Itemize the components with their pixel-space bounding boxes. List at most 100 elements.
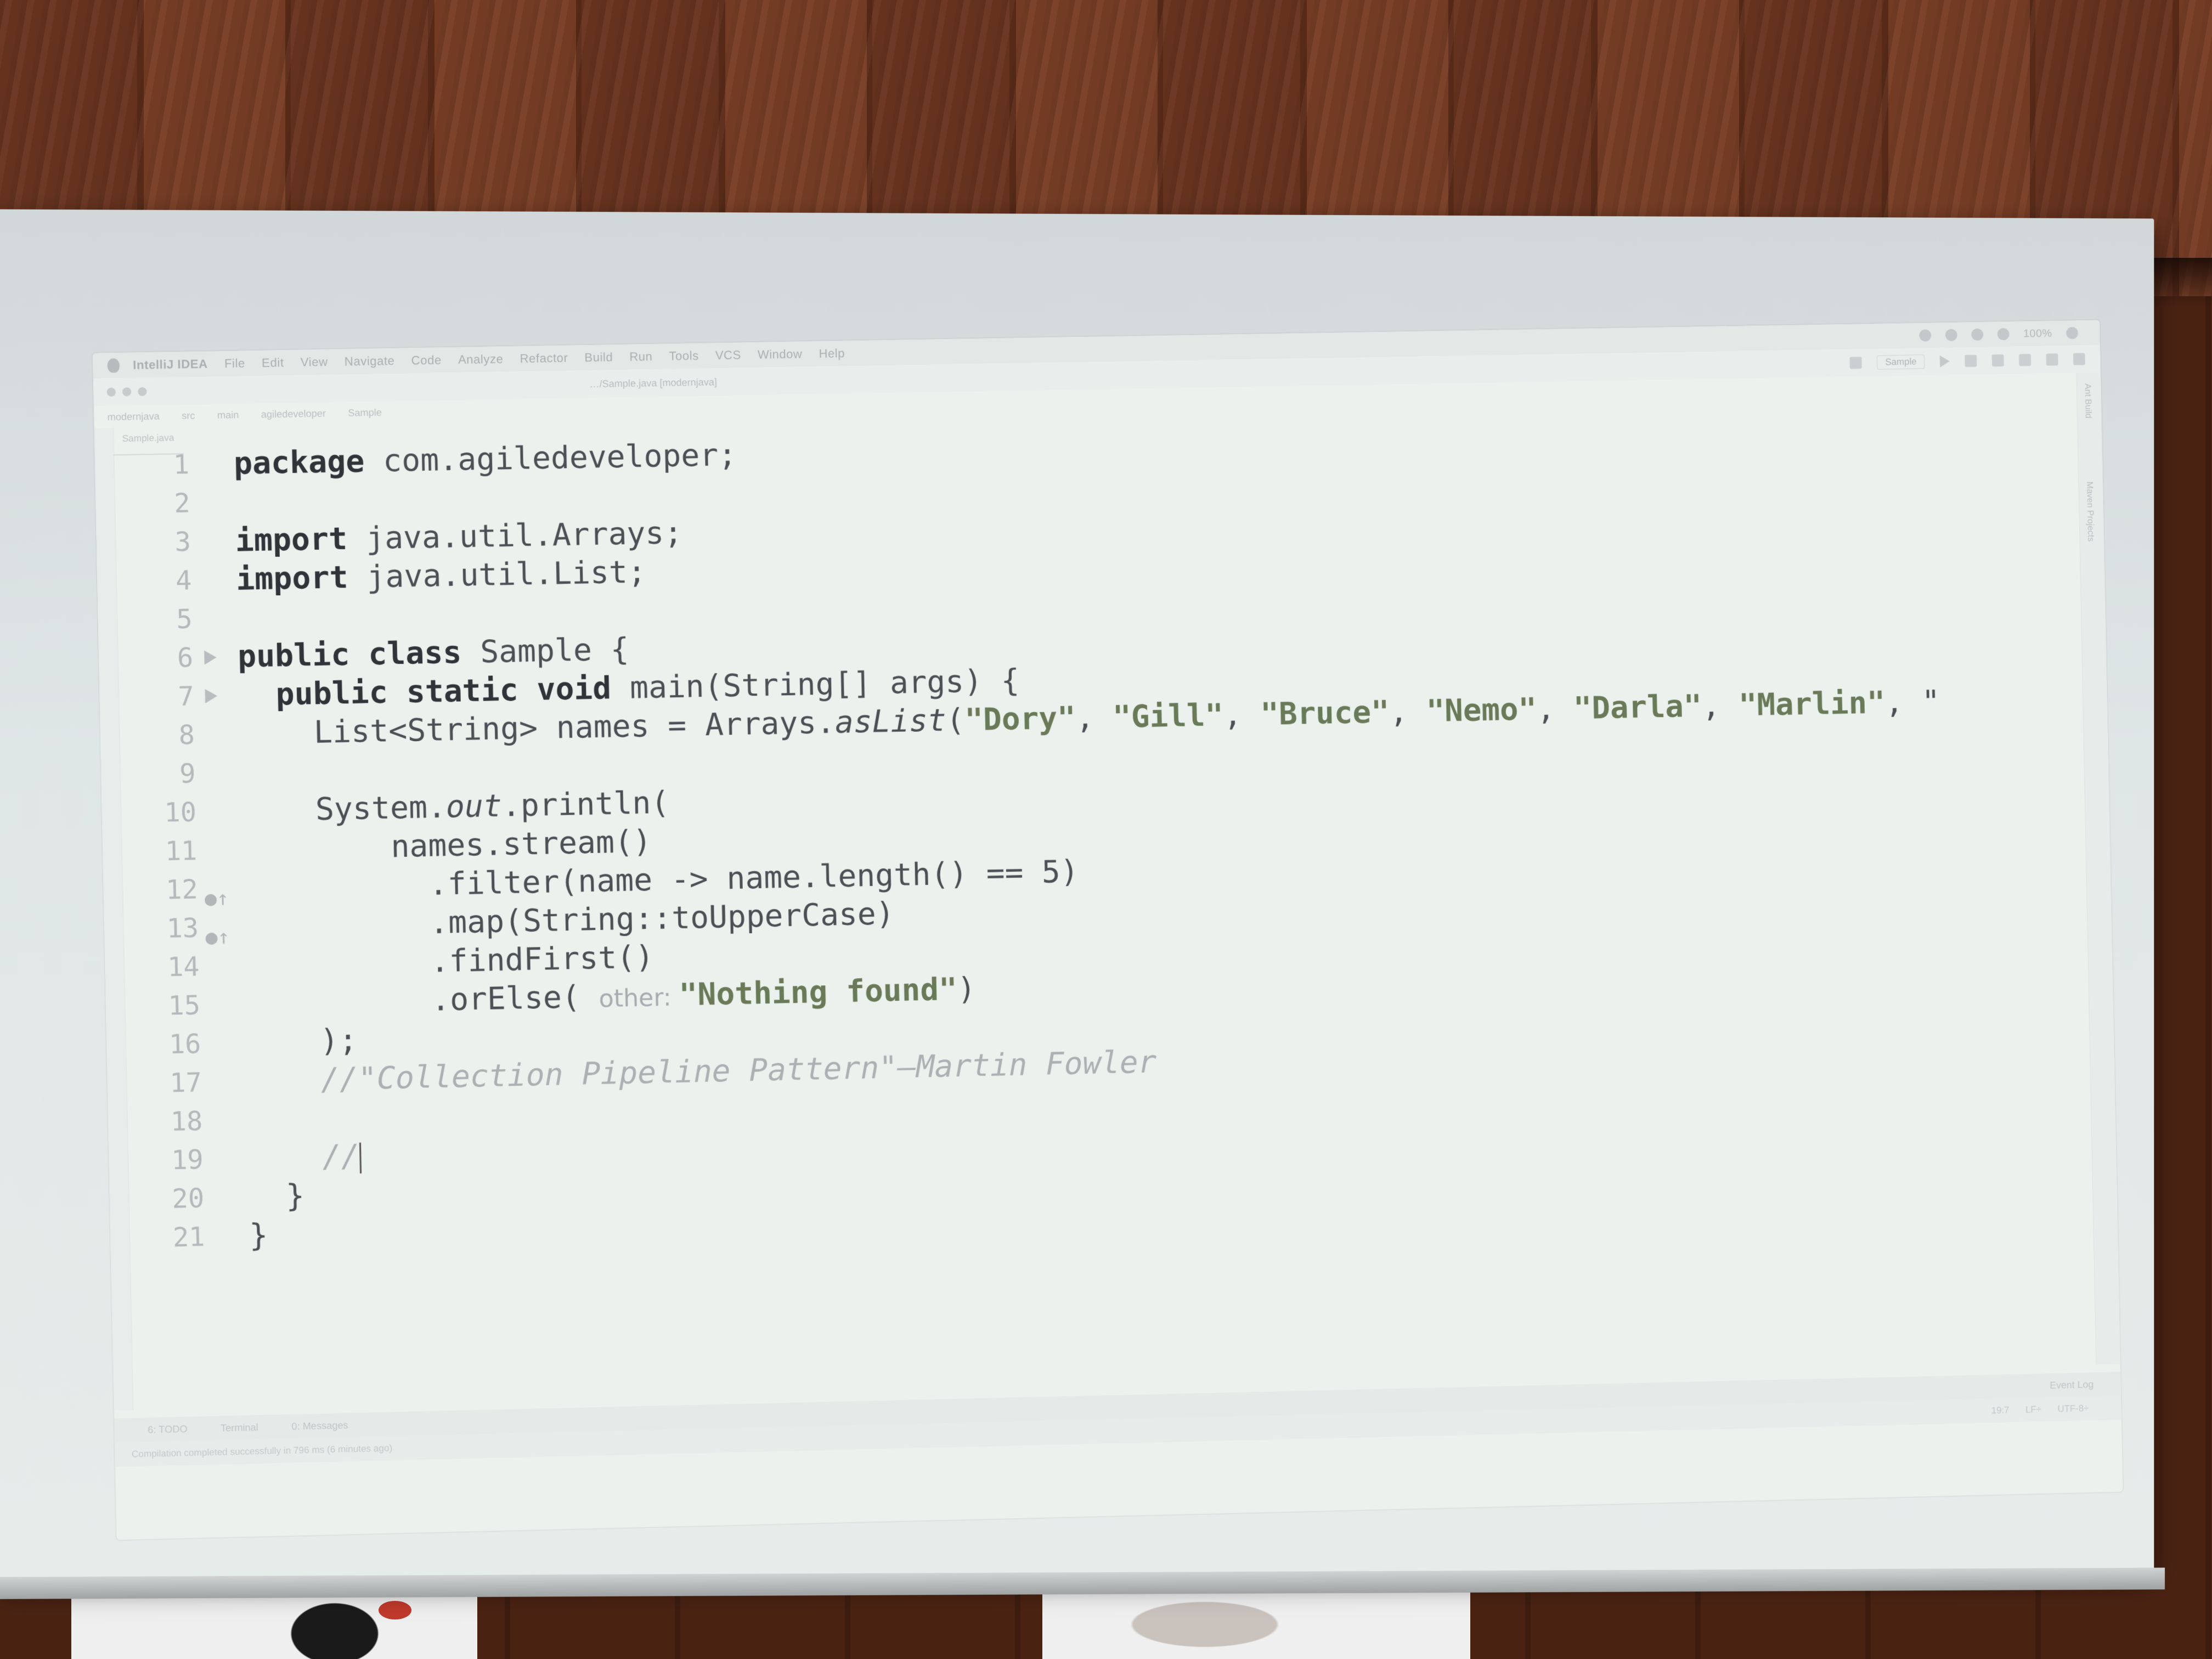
code-token: "Nemo" <box>1426 691 1537 730</box>
code-token: , " <box>1884 684 1940 721</box>
menu-window[interactable]: Window <box>758 347 803 362</box>
close-window-icon[interactable] <box>106 387 116 397</box>
run-config-select[interactable]: Sample <box>1877 354 1925 370</box>
line-number[interactable]: 10 <box>124 793 197 833</box>
line-number[interactable]: 2 <box>117 484 190 524</box>
code-token: "Dory" <box>964 700 1076 738</box>
run-gutter-icon[interactable] <box>204 650 217 665</box>
debug-icon[interactable] <box>1965 354 1977 367</box>
messages-tool-button[interactable]: 0: Messages <box>291 1419 348 1432</box>
menu-file[interactable]: File <box>224 356 245 371</box>
file-encoding[interactable]: UTF-8÷ <box>2057 1403 2089 1414</box>
code-text[interactable]: ); <box>245 1022 358 1063</box>
text-caret <box>359 1142 362 1173</box>
run-icon[interactable] <box>1939 355 1950 368</box>
minimize-window-icon[interactable] <box>122 387 132 397</box>
window-title: …/Sample.java [modernjava] <box>589 376 718 390</box>
line-number[interactable]: 6 <box>121 639 194 679</box>
code-token: ) <box>957 971 977 1007</box>
code-token: import <box>235 560 349 597</box>
code-text[interactable]: // <box>247 1137 362 1178</box>
projection-screen: IntelliJ IDEA File Edit View Navigate Co… <box>0 209 2165 1599</box>
code-token: "Darla" <box>1573 688 1702 727</box>
todo-tool-button[interactable]: 6: TODO <box>148 1423 188 1436</box>
line-number[interactable]: 15 <box>128 986 201 1026</box>
status-indicators: 19:7 LF÷ UTF-8÷ <box>1991 1403 2089 1416</box>
menu-refactor[interactable]: Refactor <box>520 351 568 366</box>
code-token: "Gill" <box>1112 697 1224 736</box>
code-token: main(String[] args) { <box>611 663 1020 707</box>
breadcrumb-item[interactable]: modernjava <box>107 410 160 423</box>
dropbox-icon[interactable] <box>1919 329 1932 342</box>
code-token: ( <box>945 702 966 738</box>
line-number[interactable]: 19 <box>131 1141 204 1181</box>
code-token: Sample { <box>461 631 630 671</box>
code-token: java.util.List; <box>347 554 647 596</box>
maven-projects-tab[interactable]: Maven Projects <box>2084 482 2095 542</box>
apple-icon[interactable] <box>107 358 120 373</box>
menu-tools[interactable]: Tools <box>669 349 699 364</box>
breadcrumb-item[interactable]: agiledeveloper <box>261 408 326 420</box>
menu-edit[interactable]: Edit <box>262 356 284 370</box>
build-icon[interactable] <box>1849 357 1863 369</box>
code-token: // <box>247 1138 360 1177</box>
shield-icon[interactable] <box>1971 328 1984 341</box>
code-token: out <box>445 788 503 825</box>
code-token: ); <box>245 1022 358 1061</box>
menu-run[interactable]: Run <box>629 349 653 364</box>
line-number[interactable]: 9 <box>123 754 196 794</box>
code-text[interactable]: } <box>249 1216 268 1255</box>
line-number[interactable]: 11 <box>125 832 198 872</box>
line-number[interactable]: 8 <box>122 716 195 756</box>
code-token: import <box>235 521 348 559</box>
code-token: } <box>248 1178 305 1215</box>
line-number[interactable]: 4 <box>119 561 192 601</box>
menu-build[interactable]: Build <box>584 350 613 365</box>
battery-icon[interactable] <box>2066 326 2079 340</box>
line-number[interactable]: 17 <box>129 1063 202 1103</box>
code-text[interactable]: public class Sample { <box>237 630 629 676</box>
line-number[interactable]: 20 <box>132 1179 205 1219</box>
menu-vcs[interactable]: VCS <box>715 348 741 363</box>
code-text[interactable]: } <box>248 1177 305 1217</box>
ant-build-tab[interactable]: Ant Build <box>2083 383 2093 419</box>
code-editor[interactable]: 1 package com.agiledeveloper; 2 3 import jav… <box>117 413 2091 1285</box>
breadcrumb-item[interactable]: main <box>217 409 239 421</box>
menu-navigate[interactable]: Navigate <box>345 354 395 369</box>
menu-analyze[interactable]: Analyze <box>458 352 504 366</box>
line-number[interactable]: 12 <box>126 870 199 910</box>
code-text[interactable]: import java.util.List; <box>236 553 647 599</box>
terminal-tool-button[interactable]: Terminal <box>221 1421 258 1434</box>
line-number[interactable]: 5 <box>120 600 193 640</box>
line-number[interactable]: 1 <box>117 445 190 486</box>
battery-level: 100% <box>2023 327 2052 340</box>
status-message: Compilation completed successfully in 79… <box>131 1442 393 1460</box>
menu-code[interactable]: Code <box>411 353 442 368</box>
stop-icon[interactable] <box>2019 354 2032 366</box>
event-log-button[interactable]: Event Log <box>2050 1379 2094 1391</box>
zoom-window-icon[interactable] <box>138 387 147 396</box>
line-number[interactable]: 3 <box>119 523 191 563</box>
coverage-icon[interactable] <box>1991 354 2004 367</box>
menu-view[interactable]: View <box>300 355 328 370</box>
line-number[interactable]: 16 <box>128 1025 201 1065</box>
line-number[interactable]: 14 <box>127 947 200 988</box>
line-number[interactable]: 13 <box>126 909 199 949</box>
code-token: , <box>1075 699 1113 736</box>
search-icon[interactable] <box>1945 329 1957 341</box>
project-structure-icon[interactable] <box>2046 353 2058 366</box>
bluetooth-icon[interactable] <box>1997 328 2010 341</box>
caret-position[interactable]: 19:7 <box>1991 1405 2010 1417</box>
breadcrumb-item[interactable]: src <box>182 410 195 422</box>
code-token: java.util.Arrays; <box>347 515 683 557</box>
line-number[interactable]: 7 <box>121 677 194 717</box>
menu-help[interactable]: Help <box>819 346 845 361</box>
search-everywhere-icon[interactable] <box>2073 353 2085 365</box>
line-separator[interactable]: LF÷ <box>2025 1404 2041 1415</box>
run-gutter-icon[interactable] <box>205 689 218 704</box>
line-number[interactable]: 18 <box>130 1102 203 1142</box>
menu-app-name[interactable]: IntelliJ IDEA <box>133 357 208 372</box>
breadcrumb-item[interactable]: Sample <box>348 407 382 419</box>
line-number[interactable]: 21 <box>132 1218 206 1258</box>
code-token: "Marlin" <box>1738 685 1886 724</box>
